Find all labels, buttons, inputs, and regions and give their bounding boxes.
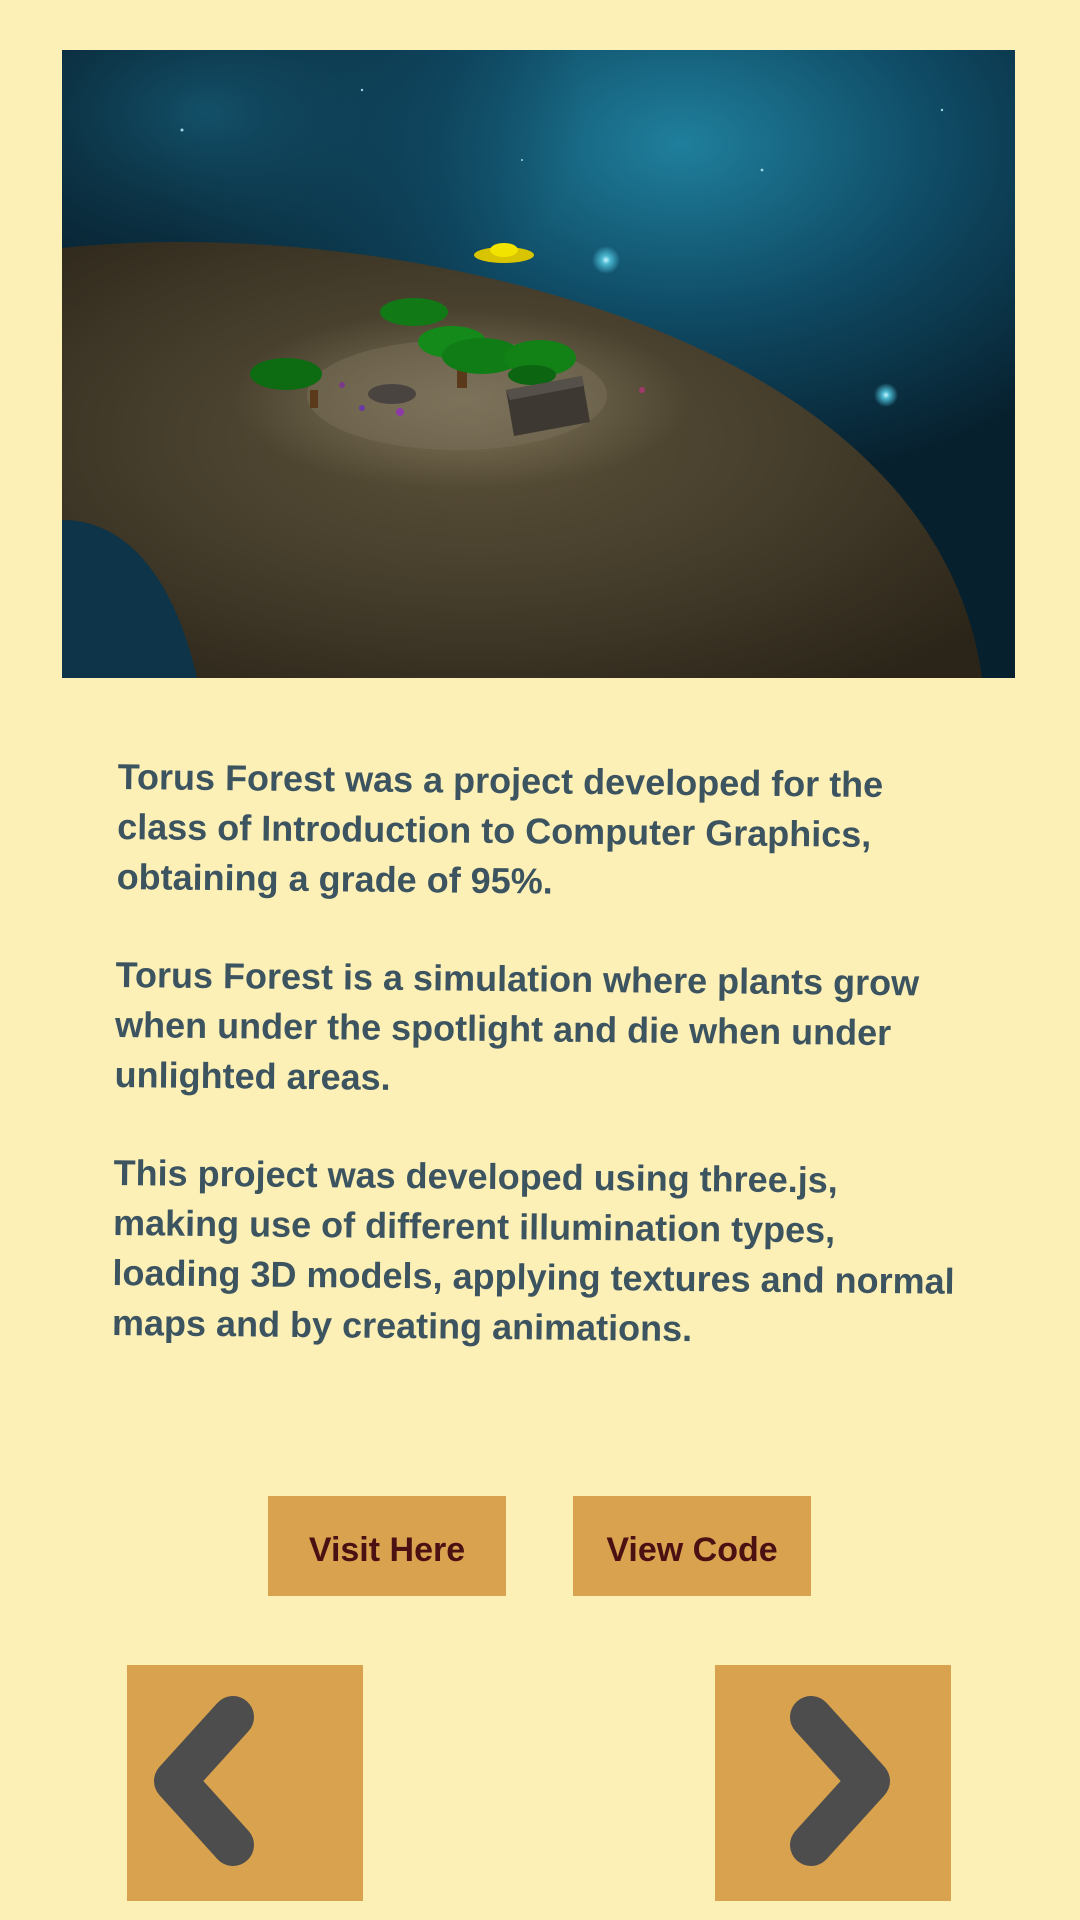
chevron-left-icon <box>154 1696 254 1866</box>
description-paragraph-1: Torus Forest was a project developed for… <box>116 755 884 902</box>
description-paragraph-3: This project was developed using three.j… <box>111 1151 955 1350</box>
view-code-button[interactable]: View Code <box>573 1496 811 1596</box>
next-project-button[interactable] <box>715 1665 951 1901</box>
chevron-right-icon <box>790 1696 890 1866</box>
torus-forest-scene-image <box>62 50 1015 678</box>
description-paragraph-2: Torus Forest is a simulation where plant… <box>114 953 920 1098</box>
project-description: Torus Forest was a project developed for… <box>111 752 968 1405</box>
visit-here-button[interactable]: Visit Here <box>268 1496 506 1596</box>
project-screenshot <box>62 50 1015 678</box>
previous-project-button[interactable] <box>127 1665 363 1901</box>
